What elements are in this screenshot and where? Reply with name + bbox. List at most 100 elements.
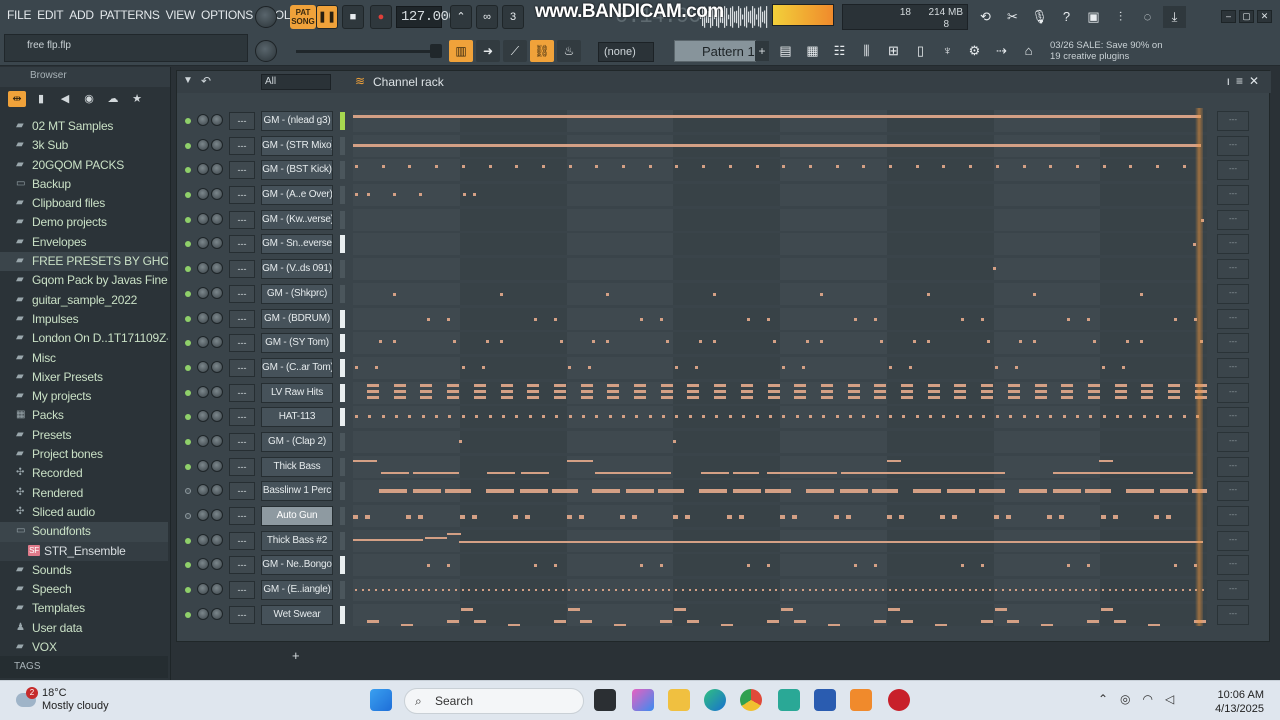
note[interactable]: [1093, 340, 1097, 344]
note[interactable]: [1089, 415, 1093, 419]
note[interactable]: [899, 515, 904, 519]
note[interactable]: [1085, 489, 1112, 494]
note[interactable]: [568, 589, 571, 592]
mixer-track-selector[interactable]: ---: [229, 383, 255, 402]
note[interactable]: [889, 165, 892, 169]
channel-graph-button[interactable]: ---: [1217, 555, 1249, 576]
note[interactable]: [688, 589, 691, 592]
channel-graph-button[interactable]: ---: [1217, 407, 1249, 428]
file-explorer-icon[interactable]: [668, 689, 690, 711]
channel-pan-knob[interactable]: [197, 558, 209, 571]
channel-volume-knob[interactable]: [211, 410, 223, 423]
channel-select-indicator[interactable]: [340, 507, 345, 525]
note[interactable]: [395, 589, 398, 592]
note[interactable]: [401, 589, 404, 592]
channel-step-lane[interactable]: [353, 505, 1207, 527]
note[interactable]: [934, 623, 947, 626]
note[interactable]: [768, 589, 771, 592]
note[interactable]: [728, 415, 732, 419]
channel-mute-led[interactable]: [185, 611, 191, 618]
note[interactable]: [699, 340, 703, 344]
note[interactable]: [982, 415, 986, 419]
master-volume-knob[interactable]: [255, 6, 277, 28]
note[interactable]: [912, 340, 916, 344]
note[interactable]: [901, 589, 904, 592]
mic-icon[interactable]: 🎙: [1028, 6, 1051, 28]
pat-song-toggle[interactable]: PAT SONG: [290, 5, 316, 29]
browser-item[interactable]: ▰ guitar_sample_2022: [0, 291, 168, 310]
playlist-icon[interactable]: ▤: [774, 40, 797, 62]
channel-pan-knob[interactable]: [197, 360, 209, 373]
note[interactable]: [819, 340, 823, 344]
note[interactable]: [588, 589, 591, 592]
note[interactable]: [367, 389, 379, 393]
note[interactable]: [768, 415, 772, 419]
note[interactable]: [848, 589, 851, 592]
note[interactable]: [675, 415, 679, 419]
channel-graph-button[interactable]: ---: [1217, 357, 1249, 378]
note[interactable]: [988, 589, 991, 592]
note[interactable]: [541, 415, 545, 419]
note[interactable]: [968, 589, 971, 592]
channel-graph-button[interactable]: ---: [1217, 580, 1249, 601]
note[interactable]: [566, 515, 572, 519]
channel-step-lane[interactable]: [353, 208, 1207, 231]
note[interactable]: [519, 489, 548, 494]
note[interactable]: [1100, 515, 1106, 519]
note[interactable]: [819, 292, 823, 296]
back-icon[interactable]: ↶: [201, 74, 211, 88]
slider-handle[interactable]: [430, 44, 442, 58]
note[interactable]: [1141, 395, 1154, 399]
channel-select-indicator[interactable]: [340, 260, 345, 279]
taskbar-clock[interactable]: 10:06 AM 4/13/2025: [1215, 688, 1264, 716]
stop-button[interactable]: ■: [342, 5, 364, 29]
note[interactable]: [553, 383, 566, 387]
note[interactable]: [368, 589, 371, 592]
note[interactable]: [782, 165, 786, 169]
channel-mute-led[interactable]: [185, 266, 191, 273]
note[interactable]: [835, 415, 839, 419]
channel-pan-knob[interactable]: [197, 484, 209, 497]
note[interactable]: [975, 589, 978, 592]
note[interactable]: [388, 589, 391, 592]
note[interactable]: [1087, 619, 1100, 623]
note[interactable]: [588, 365, 592, 369]
mixer-track-selector[interactable]: ---: [229, 605, 255, 624]
note[interactable]: [507, 623, 520, 626]
note[interactable]: [607, 383, 620, 387]
note[interactable]: [533, 317, 537, 321]
note[interactable]: [1048, 589, 1051, 592]
channel-select-indicator[interactable]: [340, 235, 345, 254]
note[interactable]: [820, 389, 833, 393]
channel-graph-button[interactable]: ---: [1217, 431, 1249, 452]
note[interactable]: [632, 515, 637, 519]
bandicam-icon[interactable]: [888, 689, 910, 711]
note[interactable]: [595, 471, 671, 474]
channel-pan-knob[interactable]: [197, 607, 209, 620]
note[interactable]: [635, 589, 638, 592]
channel-volume-knob[interactable]: [211, 336, 223, 349]
note[interactable]: [980, 317, 984, 321]
channel-pan-knob[interactable]: [197, 286, 209, 299]
browser-item[interactable]: ▰ Templates: [0, 599, 168, 618]
weather-widget[interactable]: 2 18°C Mostly cloudy: [16, 687, 109, 713]
note[interactable]: [353, 143, 1201, 147]
close-icon[interactable]: ✕: [1257, 10, 1272, 23]
note[interactable]: [1142, 589, 1145, 592]
channel-select-indicator[interactable]: [340, 556, 345, 575]
note[interactable]: [606, 340, 610, 344]
note[interactable]: [381, 165, 385, 169]
menu-patterns[interactable]: PATTERNS: [97, 8, 163, 22]
note[interactable]: [687, 389, 700, 393]
note[interactable]: [714, 395, 727, 399]
note[interactable]: [781, 589, 784, 592]
mixer-track-selector[interactable]: ---: [229, 161, 255, 180]
channel-graph-button[interactable]: ---: [1217, 481, 1249, 502]
browser-item[interactable]: ✣ Rendered: [0, 484, 168, 503]
note[interactable]: [561, 589, 564, 592]
note[interactable]: [395, 415, 399, 419]
note[interactable]: [408, 165, 412, 169]
word-icon[interactable]: [814, 689, 836, 711]
note[interactable]: [981, 383, 994, 387]
browser-item[interactable]: ▰ Sounds: [0, 561, 168, 580]
